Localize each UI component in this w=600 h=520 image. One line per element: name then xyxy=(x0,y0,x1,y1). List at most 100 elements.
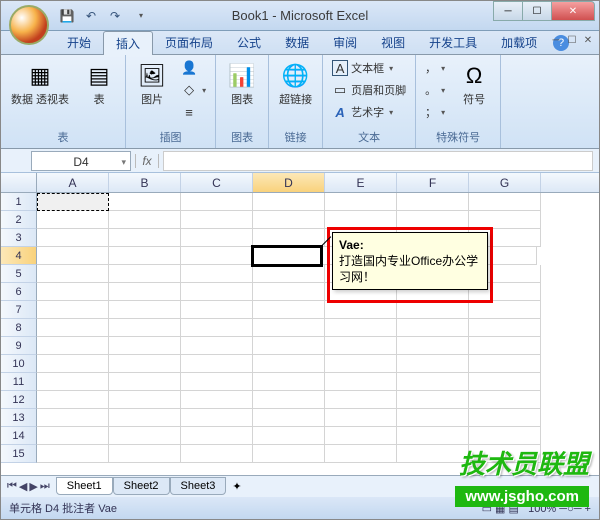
cell[interactable] xyxy=(109,445,181,463)
cell[interactable] xyxy=(253,319,325,337)
cell[interactable] xyxy=(37,445,109,463)
row-header[interactable]: 13 xyxy=(1,409,37,427)
row-header[interactable]: 3 xyxy=(1,229,37,247)
cell[interactable] xyxy=(325,409,397,427)
sheet-last-icon[interactable]: ⏭ xyxy=(40,480,50,493)
cell[interactable] xyxy=(469,427,541,445)
cell[interactable] xyxy=(253,409,325,427)
cell[interactable] xyxy=(109,391,181,409)
cell[interactable] xyxy=(37,427,109,445)
col-header-G[interactable]: G xyxy=(469,173,541,192)
cell[interactable] xyxy=(469,355,541,373)
cell[interactable] xyxy=(181,301,253,319)
cell[interactable] xyxy=(37,193,109,211)
cell[interactable] xyxy=(325,193,397,211)
cell[interactable] xyxy=(397,319,469,337)
cell[interactable] xyxy=(181,211,253,229)
tab-developer[interactable]: 开发工具 xyxy=(417,31,489,54)
cell[interactable] xyxy=(325,427,397,445)
headerfooter-button[interactable]: ▭页眉和页脚 xyxy=(329,80,409,100)
cell[interactable] xyxy=(37,373,109,391)
cell[interactable] xyxy=(181,391,253,409)
sheet-tab-1[interactable]: Sheet1 xyxy=(56,477,113,495)
minimize-button[interactable]: ─ xyxy=(493,1,523,21)
cell[interactable] xyxy=(469,391,541,409)
cell[interactable] xyxy=(397,337,469,355)
cell[interactable] xyxy=(37,301,109,319)
cell[interactable] xyxy=(37,247,109,265)
row-header[interactable]: 2 xyxy=(1,211,37,229)
cell[interactable] xyxy=(37,409,109,427)
cell[interactable] xyxy=(469,211,541,229)
smartart-button[interactable]: ≡ xyxy=(178,102,209,122)
zoom-controls[interactable]: ▭ ▦ ▤ 100% ─○─ + xyxy=(482,502,591,515)
cell[interactable] xyxy=(253,283,325,301)
cell[interactable] xyxy=(251,245,323,267)
clipart-button[interactable]: 👤 xyxy=(178,58,209,78)
save-icon[interactable]: 💾 xyxy=(57,6,77,26)
cell[interactable] xyxy=(325,445,397,463)
row-header[interactable]: 6 xyxy=(1,283,37,301)
cell[interactable] xyxy=(181,355,253,373)
sheet-tab-3[interactable]: Sheet3 xyxy=(170,477,227,495)
cell[interactable] xyxy=(253,211,325,229)
row-header[interactable]: 12 xyxy=(1,391,37,409)
row-header[interactable]: 14 xyxy=(1,427,37,445)
cell[interactable] xyxy=(109,193,181,211)
cell[interactable] xyxy=(325,211,397,229)
cell[interactable] xyxy=(469,193,541,211)
row-header[interactable]: 15 xyxy=(1,445,37,463)
comment-box[interactable]: Vae: 打造国内专业Office办公学习网！ xyxy=(332,232,488,290)
cell[interactable] xyxy=(109,337,181,355)
cell[interactable] xyxy=(253,265,325,283)
cell[interactable] xyxy=(325,319,397,337)
tab-addins[interactable]: 加载项 xyxy=(489,31,549,54)
close-button[interactable]: ✕ xyxy=(551,1,595,21)
table-button[interactable]: ▤ 表 xyxy=(79,58,119,109)
new-sheet-icon[interactable]: ✦ xyxy=(232,480,241,493)
textbox-button[interactable]: A文本框▾ xyxy=(329,58,409,78)
qat-dropdown-icon[interactable]: ▾ xyxy=(131,6,151,26)
cell[interactable] xyxy=(109,247,181,265)
mdi-restore[interactable]: ☐ xyxy=(565,35,579,46)
cell[interactable] xyxy=(109,265,181,283)
semicolon-button[interactable]: ；▾ xyxy=(422,102,448,122)
cell[interactable] xyxy=(469,319,541,337)
cell[interactable] xyxy=(397,211,469,229)
cell[interactable] xyxy=(181,193,253,211)
sheet-first-icon[interactable]: ⏮ xyxy=(7,480,17,493)
cell[interactable] xyxy=(181,373,253,391)
cell[interactable] xyxy=(37,283,109,301)
tab-page-layout[interactable]: 页面布局 xyxy=(153,31,225,54)
cell[interactable] xyxy=(181,283,253,301)
cell[interactable] xyxy=(253,391,325,409)
row-header[interactable]: 5 xyxy=(1,265,37,283)
cell[interactable] xyxy=(181,319,253,337)
cell[interactable] xyxy=(397,301,469,319)
cell[interactable] xyxy=(109,211,181,229)
chart-button[interactable]: 📊 图表 xyxy=(222,58,262,109)
hyperlink-button[interactable]: 🌐 超链接 xyxy=(275,58,316,109)
cell[interactable] xyxy=(397,355,469,373)
col-header-A[interactable]: A xyxy=(37,173,109,192)
cell[interactable] xyxy=(181,229,253,247)
row-header[interactable]: 9 xyxy=(1,337,37,355)
cell[interactable] xyxy=(469,337,541,355)
row-header[interactable]: 7 xyxy=(1,301,37,319)
cell[interactable] xyxy=(325,301,397,319)
cell[interactable] xyxy=(253,373,325,391)
shapes-button[interactable]: ◇▾ xyxy=(178,80,209,100)
cell[interactable] xyxy=(109,409,181,427)
cell[interactable] xyxy=(109,229,181,247)
name-box[interactable]: D4 xyxy=(31,151,131,171)
cell[interactable] xyxy=(37,391,109,409)
col-header-D[interactable]: D xyxy=(253,173,325,192)
select-all-corner[interactable] xyxy=(1,173,37,192)
cell[interactable] xyxy=(37,337,109,355)
cell[interactable] xyxy=(253,193,325,211)
cell[interactable] xyxy=(469,301,541,319)
col-header-B[interactable]: B xyxy=(109,173,181,192)
cell[interactable] xyxy=(469,445,541,463)
cell[interactable] xyxy=(181,427,253,445)
mdi-minimize[interactable]: ─ xyxy=(549,35,563,46)
